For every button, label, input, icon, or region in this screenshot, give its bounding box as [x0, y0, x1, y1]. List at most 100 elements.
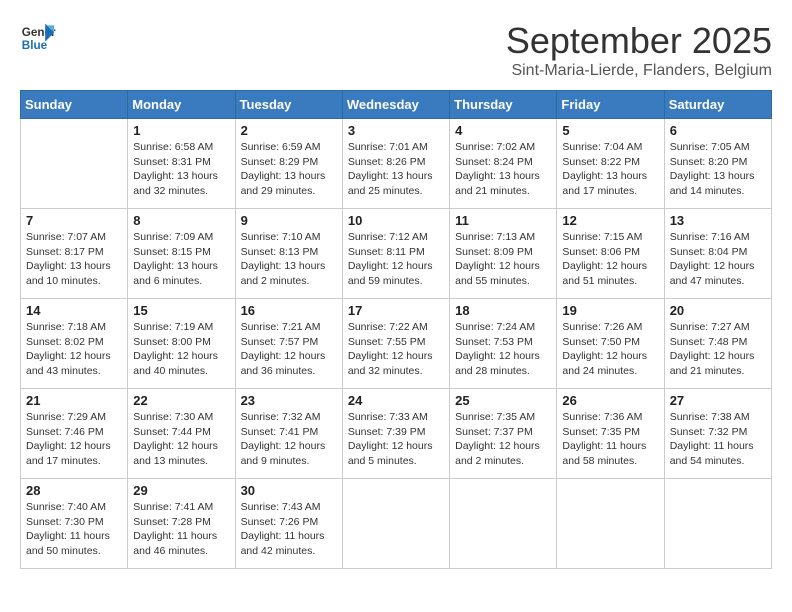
- day-number: 10: [348, 213, 444, 228]
- day-number: 5: [562, 123, 658, 138]
- calendar-cell: 8 Sunrise: 7:09 AM Sunset: 8:15 PM Daylig…: [128, 209, 235, 299]
- weekday-header: Tuesday: [235, 91, 342, 119]
- day-info: Sunrise: 7:24 AM Sunset: 7:53 PM Dayligh…: [455, 320, 551, 379]
- week-row-5: 28Sunrise: 7:40 AM Sunset: 7:30 PM Dayli…: [21, 479, 772, 569]
- day-info: Sunrise: 6:59 AM Sunset: 8:29 PM Dayligh…: [241, 140, 337, 199]
- calendar-cell: 23 Sunrise: 7:32 AM Sunset: 7:41 PM Dayli…: [235, 389, 342, 479]
- calendar-cell: 9 Sunrise: 7:10 AM Sunset: 8:13 PM Daylig…: [235, 209, 342, 299]
- day-info: Sunrise: 7:41 AM Sunset: 7:28 PM Dayligh…: [133, 500, 229, 559]
- day-number: 6: [670, 123, 766, 138]
- day-number: 8: [133, 213, 229, 228]
- calendar-cell: 16 Sunrise: 7:21 AM Sunset: 7:57 PM Dayli…: [235, 299, 342, 389]
- day-info: Sunrise: 7:12 AM Sunset: 8:11 PM Dayligh…: [348, 230, 444, 289]
- calendar-cell: 27Sunrise: 7:38 AM Sunset: 7:32 PM Dayli…: [664, 389, 771, 479]
- day-info: Sunrise: 7:16 AM Sunset: 8:04 PM Dayligh…: [670, 230, 766, 289]
- calendar-cell: 14Sunrise: 7:18 AM Sunset: 8:02 PM Dayli…: [21, 299, 128, 389]
- day-number: 16: [241, 303, 337, 318]
- calendar-cell: 13 Sunrise: 7:16 AM Sunset: 8:04 PM Dayli…: [664, 209, 771, 299]
- weekday-header-row: SundayMondayTuesdayWednesdayThursdayFrid…: [21, 91, 772, 119]
- day-info: Sunrise: 7:38 AM Sunset: 7:32 PM Dayligh…: [670, 410, 766, 469]
- day-info: Sunrise: 7:30 AM Sunset: 7:44 PM Dayligh…: [133, 410, 229, 469]
- day-info: Sunrise: 7:01 AM Sunset: 8:26 PM Dayligh…: [348, 140, 444, 199]
- calendar-cell: 1Sunrise: 6:58 AM Sunset: 8:31 PM Daylig…: [128, 119, 235, 209]
- day-info: Sunrise: 7:19 AM Sunset: 8:00 PM Dayligh…: [133, 320, 229, 379]
- weekday-header: Monday: [128, 91, 235, 119]
- day-number: 15: [133, 303, 229, 318]
- day-number: 4: [455, 123, 551, 138]
- svg-text:Blue: Blue: [22, 39, 48, 52]
- calendar-cell: 2 Sunrise: 6:59 AM Sunset: 8:29 PM Daylig…: [235, 119, 342, 209]
- location-title: Sint-Maria-Lierde, Flanders, Belgium: [506, 62, 772, 80]
- calendar-cell: 7 Sunrise: 7:07 AM Sunset: 8:17 PM Daylig…: [21, 209, 128, 299]
- day-number: 25: [455, 393, 551, 408]
- day-number: 18: [455, 303, 551, 318]
- day-number: 22: [133, 393, 229, 408]
- calendar-cell: 12 Sunrise: 7:15 AM Sunset: 8:06 PM Dayli…: [557, 209, 664, 299]
- week-row-3: 14Sunrise: 7:18 AM Sunset: 8:02 PM Dayli…: [21, 299, 772, 389]
- day-number: 2: [241, 123, 337, 138]
- calendar-cell: [21, 119, 128, 209]
- calendar-cell: 25 Sunrise: 7:35 AM Sunset: 7:37 PM Dayli…: [450, 389, 557, 479]
- day-number: 24: [348, 393, 444, 408]
- calendar-cell: 5Sunrise: 7:04 AM Sunset: 8:22 PM Daylig…: [557, 119, 664, 209]
- day-info: Sunrise: 7:43 AM Sunset: 7:26 PM Dayligh…: [241, 500, 337, 559]
- day-info: Sunrise: 7:32 AM Sunset: 7:41 PM Dayligh…: [241, 410, 337, 469]
- weekday-header: Friday: [557, 91, 664, 119]
- day-info: Sunrise: 7:02 AM Sunset: 8:24 PM Dayligh…: [455, 140, 551, 199]
- calendar-cell: 10 Sunrise: 7:12 AM Sunset: 8:11 PM Dayli…: [342, 209, 449, 299]
- calendar-cell: 19 Sunrise: 7:26 AM Sunset: 7:50 PM Dayli…: [557, 299, 664, 389]
- calendar-cell: 22 Sunrise: 7:30 AM Sunset: 7:44 PM Dayli…: [128, 389, 235, 479]
- day-number: 30: [241, 483, 337, 498]
- day-info: Sunrise: 7:07 AM Sunset: 8:17 PM Dayligh…: [26, 230, 122, 289]
- day-info: Sunrise: 7:15 AM Sunset: 8:06 PM Dayligh…: [562, 230, 658, 289]
- day-info: Sunrise: 7:10 AM Sunset: 8:13 PM Dayligh…: [241, 230, 337, 289]
- calendar-cell: [664, 479, 771, 569]
- day-number: 14: [26, 303, 122, 318]
- day-number: 3: [348, 123, 444, 138]
- day-number: 20: [670, 303, 766, 318]
- day-info: Sunrise: 7:13 AM Sunset: 8:09 PM Dayligh…: [455, 230, 551, 289]
- calendar-cell: 15 Sunrise: 7:19 AM Sunset: 8:00 PM Dayli…: [128, 299, 235, 389]
- day-number: 7: [26, 213, 122, 228]
- page-header: General Blue September 2025 Sint-Maria-L…: [20, 20, 772, 80]
- calendar-cell: 28Sunrise: 7:40 AM Sunset: 7:30 PM Dayli…: [21, 479, 128, 569]
- day-info: Sunrise: 7:09 AM Sunset: 8:15 PM Dayligh…: [133, 230, 229, 289]
- calendar-cell: [450, 479, 557, 569]
- day-info: Sunrise: 7:27 AM Sunset: 7:48 PM Dayligh…: [670, 320, 766, 379]
- logo: General Blue: [20, 20, 56, 56]
- day-number: 23: [241, 393, 337, 408]
- day-number: 1: [133, 123, 229, 138]
- calendar-cell: 6 Sunrise: 7:05 AM Sunset: 8:20 PM Daylig…: [664, 119, 771, 209]
- week-row-1: 1Sunrise: 6:58 AM Sunset: 8:31 PM Daylig…: [21, 119, 772, 209]
- calendar-cell: 26 Sunrise: 7:36 AM Sunset: 7:35 PM Dayli…: [557, 389, 664, 479]
- day-number: 9: [241, 213, 337, 228]
- day-info: Sunrise: 7:29 AM Sunset: 7:46 PM Dayligh…: [26, 410, 122, 469]
- calendar-table: SundayMondayTuesdayWednesdayThursdayFrid…: [20, 90, 772, 569]
- calendar-cell: 4 Sunrise: 7:02 AM Sunset: 8:24 PM Daylig…: [450, 119, 557, 209]
- day-number: 29: [133, 483, 229, 498]
- calendar-cell: 11Sunrise: 7:13 AM Sunset: 8:09 PM Dayli…: [450, 209, 557, 299]
- calendar-cell: 18 Sunrise: 7:24 AM Sunset: 7:53 PM Dayli…: [450, 299, 557, 389]
- calendar-cell: 3 Sunrise: 7:01 AM Sunset: 8:26 PM Daylig…: [342, 119, 449, 209]
- day-info: Sunrise: 7:35 AM Sunset: 7:37 PM Dayligh…: [455, 410, 551, 469]
- calendar-cell: 24 Sunrise: 7:33 AM Sunset: 7:39 PM Dayli…: [342, 389, 449, 479]
- logo-icon: General Blue: [20, 20, 56, 56]
- day-number: 19: [562, 303, 658, 318]
- calendar-cell: 17Sunrise: 7:22 AM Sunset: 7:55 PM Dayli…: [342, 299, 449, 389]
- day-number: 17: [348, 303, 444, 318]
- calendar-cell: 21Sunrise: 7:29 AM Sunset: 7:46 PM Dayli…: [21, 389, 128, 479]
- day-info: Sunrise: 7:26 AM Sunset: 7:50 PM Dayligh…: [562, 320, 658, 379]
- day-number: 26: [562, 393, 658, 408]
- day-number: 12: [562, 213, 658, 228]
- day-info: Sunrise: 7:33 AM Sunset: 7:39 PM Dayligh…: [348, 410, 444, 469]
- weekday-header: Sunday: [21, 91, 128, 119]
- calendar-cell: 20 Sunrise: 7:27 AM Sunset: 7:48 PM Dayli…: [664, 299, 771, 389]
- weekday-header: Saturday: [664, 91, 771, 119]
- day-info: Sunrise: 7:36 AM Sunset: 7:35 PM Dayligh…: [562, 410, 658, 469]
- day-info: Sunrise: 7:40 AM Sunset: 7:30 PM Dayligh…: [26, 500, 122, 559]
- weekday-header: Wednesday: [342, 91, 449, 119]
- day-info: Sunrise: 7:05 AM Sunset: 8:20 PM Dayligh…: [670, 140, 766, 199]
- day-number: 13: [670, 213, 766, 228]
- week-row-2: 7 Sunrise: 7:07 AM Sunset: 8:17 PM Daylig…: [21, 209, 772, 299]
- day-info: Sunrise: 7:21 AM Sunset: 7:57 PM Dayligh…: [241, 320, 337, 379]
